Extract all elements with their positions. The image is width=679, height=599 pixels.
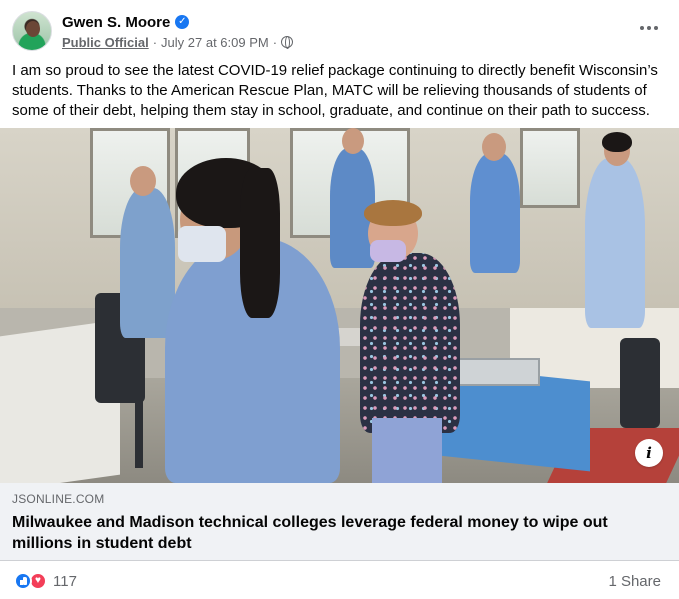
author-name-row: Gwen S. Moore ✓ (62, 12, 190, 32)
globe-icon[interactable] (281, 36, 294, 49)
photo-head (342, 128, 364, 154)
dot (647, 26, 651, 30)
info-icon[interactable]: i (635, 439, 663, 467)
more-options-icon[interactable] (635, 18, 663, 38)
author-role[interactable]: Public Official (62, 35, 149, 50)
post-footer: ♥ 117 1 Share (0, 564, 679, 599)
photo-hair (240, 168, 280, 318)
like-icon (14, 572, 32, 590)
author-name[interactable]: Gwen S. Moore (62, 14, 170, 31)
post-header: Gwen S. Moore ✓ Public Official · July 2… (12, 10, 667, 54)
photo-scrub-pattern (360, 253, 460, 433)
author-avatar[interactable] (12, 11, 52, 51)
photo-person (470, 153, 520, 273)
link-source: JSONLINE.COM (12, 492, 105, 506)
link-preview[interactable]: JSONLINE.COM Milwaukee and Madison techn… (0, 483, 679, 561)
avatar-face (26, 21, 40, 37)
photo-mask (178, 226, 226, 262)
post-photo[interactable]: i (0, 128, 679, 483)
post-card: Gwen S. Moore ✓ Public Official · July 2… (0, 0, 679, 599)
link-title[interactable]: Milwaukee and Madison technical colleges… (12, 512, 662, 554)
dot (640, 26, 644, 30)
photo-tray (450, 358, 540, 386)
photo-mask (370, 240, 406, 262)
reaction-count: 117 (53, 572, 77, 590)
meta-separator-2: · (272, 34, 278, 50)
post-meta: Public Official · July 27 at 6:09 PM · (62, 33, 294, 51)
photo-head (130, 166, 156, 196)
verified-badge-icon: ✓ (175, 15, 190, 29)
post-timestamp[interactable]: July 27 at 6:09 PM (161, 35, 269, 50)
photo-chair-leg (135, 398, 143, 468)
photo-chair (620, 338, 660, 428)
photo-person (120, 188, 175, 338)
photo-head (482, 133, 506, 161)
share-count[interactable]: 1 Share (608, 573, 661, 590)
photo-hair (602, 132, 632, 152)
meta-separator: · (152, 34, 158, 50)
photo-hair (364, 200, 422, 226)
photo-person (585, 158, 645, 328)
dot (654, 26, 658, 30)
post-text: I am so proud to see the latest COVID-19… (12, 62, 658, 119)
photo-pants (372, 418, 442, 483)
reactions-summary[interactable]: ♥ 117 (14, 572, 77, 590)
photo-window (520, 128, 580, 208)
